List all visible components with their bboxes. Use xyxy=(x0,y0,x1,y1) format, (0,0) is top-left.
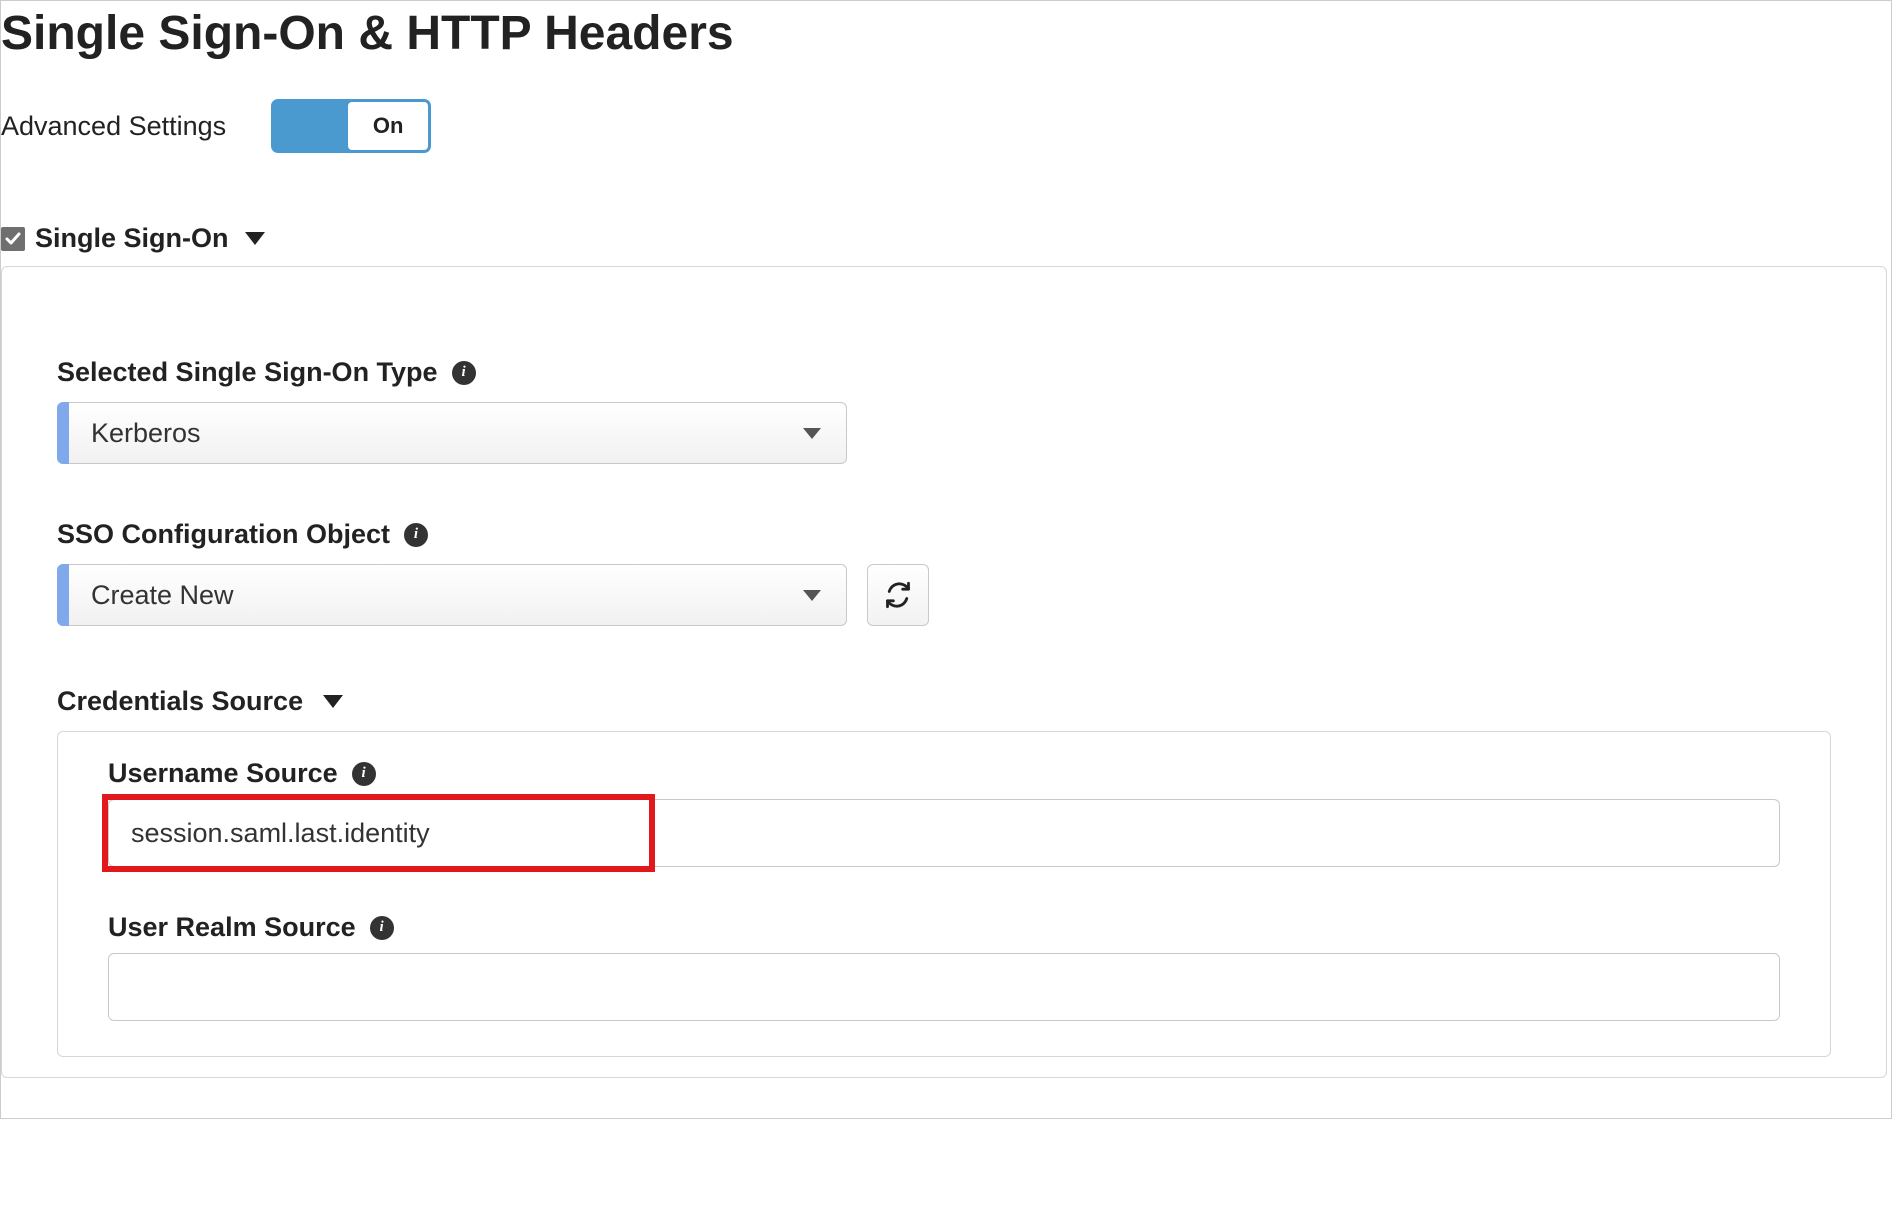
advanced-settings-toggle[interactable]: On xyxy=(271,99,431,153)
sso-config-object-label: SSO Configuration Object xyxy=(57,519,390,550)
single-sign-on-panel: Selected Single Sign-On Type i Kerberos … xyxy=(1,266,1887,1078)
sso-type-label-row: Selected Single Sign-On Type i xyxy=(57,357,1831,388)
info-icon[interactable]: i xyxy=(452,361,476,385)
caret-down-icon xyxy=(323,695,343,708)
info-icon[interactable]: i xyxy=(352,762,376,786)
sso-config-object-value: Create New xyxy=(91,580,234,611)
user-realm-source-input[interactable] xyxy=(108,953,1780,1021)
info-icon[interactable]: i xyxy=(370,916,394,940)
chevron-down-icon xyxy=(803,428,821,439)
username-source-input[interactable] xyxy=(108,799,1780,867)
advanced-settings-label: Advanced Settings xyxy=(1,111,226,142)
sso-type-select-body[interactable]: Kerberos xyxy=(69,402,847,464)
credentials-source-header[interactable]: Credentials Source xyxy=(57,686,1831,717)
sso-type-select[interactable]: Kerberos xyxy=(57,402,847,464)
user-realm-source-label-row: User Realm Source i xyxy=(108,912,1780,943)
credentials-source-panel: Username Source i User Realm Source i xyxy=(57,731,1831,1057)
caret-down-icon xyxy=(245,232,265,245)
select-accent xyxy=(57,402,69,464)
username-source-label-row: Username Source i xyxy=(108,758,1780,789)
sso-config-object-label-row: SSO Configuration Object i xyxy=(57,519,1831,550)
sso-type-label: Selected Single Sign-On Type xyxy=(57,357,438,388)
single-sign-on-checkbox[interactable] xyxy=(1,227,25,251)
advanced-settings-row: Advanced Settings On xyxy=(1,61,1891,153)
username-source-label: Username Source xyxy=(108,758,338,789)
info-icon[interactable]: i xyxy=(404,523,428,547)
toggle-state-label: On xyxy=(348,102,428,150)
refresh-button[interactable] xyxy=(867,564,929,626)
chevron-down-icon xyxy=(803,590,821,601)
sso-type-value: Kerberos xyxy=(91,418,201,449)
credentials-source-title: Credentials Source xyxy=(57,686,303,717)
single-sign-on-section-title: Single Sign-On xyxy=(35,223,229,254)
sso-config-object-select-body[interactable]: Create New xyxy=(69,564,847,626)
refresh-icon xyxy=(884,581,912,609)
user-realm-source-label: User Realm Source xyxy=(108,912,356,943)
single-sign-on-section-header[interactable]: Single Sign-On xyxy=(1,153,1891,266)
page-title: Single Sign-On & HTTP Headers xyxy=(1,1,1891,61)
select-accent xyxy=(57,564,69,626)
sso-config-object-select[interactable]: Create New xyxy=(57,564,847,626)
